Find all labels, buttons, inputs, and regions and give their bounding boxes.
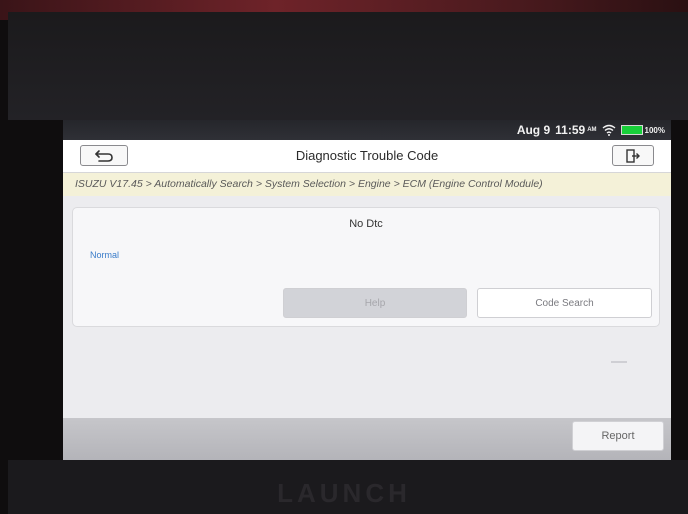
dtc-result-panel: No Dtc Normal Help Code Search bbox=[72, 207, 660, 327]
wifi-icon bbox=[602, 124, 615, 136]
battery-icon bbox=[620, 125, 643, 135]
device-screen: Aug 9 11:59 AM 100% Diagnostic Trouble C… bbox=[63, 120, 671, 460]
help-button[interactable]: Help bbox=[283, 288, 467, 318]
status-info: Aug 9 11:59 AM 100% bbox=[517, 122, 665, 138]
bottom-toolbar: Report bbox=[63, 418, 671, 460]
status-ampm: AM bbox=[587, 127, 597, 133]
screen-mark bbox=[611, 361, 627, 363]
status-date: Aug 9 bbox=[516, 123, 551, 137]
system-status: Normal bbox=[90, 250, 120, 260]
title-bar: Diagnostic Trouble Code bbox=[63, 140, 671, 173]
device-brand-logo: LAUNCH bbox=[277, 478, 411, 508]
battery-percent: 100% bbox=[644, 125, 665, 135]
page-title: Diagnostic Trouble Code bbox=[295, 148, 439, 163]
code-search-button[interactable]: Code Search bbox=[477, 288, 652, 318]
exit-icon bbox=[626, 148, 640, 163]
report-button[interactable]: Report bbox=[572, 421, 664, 451]
dtc-heading: No Dtc bbox=[349, 218, 383, 230]
status-bar: Aug 9 11:59 AM 100% bbox=[63, 120, 671, 140]
exit-button[interactable] bbox=[612, 145, 654, 166]
status-time: 11:59 bbox=[555, 123, 586, 137]
device-bezel-top bbox=[8, 12, 688, 120]
breadcrumb: ISUZU V17.45 > Automatically Search > Sy… bbox=[63, 173, 671, 196]
